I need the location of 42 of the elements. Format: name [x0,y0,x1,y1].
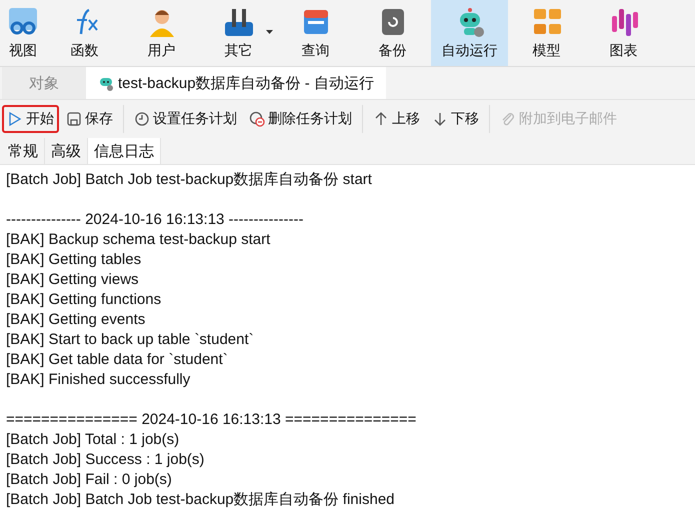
log-line: [BAK] Backup schema test-backup start [6,230,272,250]
ribbon-button[interactable]: 图表 [585,0,662,66]
ribbon-button[interactable]: 自动运行 [431,0,508,66]
play-icon [7,111,23,127]
log-line: =============== 2024-10-16 16:13:13 =============== [6,410,418,430]
log-line: [BAK] Finished successfully [6,370,192,390]
log-line: [Batch Job] Success : 1 job(s) [6,450,206,470]
ribbon-button[interactable]: 其它 [200,0,277,66]
ribbon-button[interactable]: 视图 [0,0,46,66]
clock-delete-icon [249,111,265,127]
toolbar-button[interactable]: 下移 [427,105,484,133]
ribbon-button[interactable]: 查询 [277,0,354,66]
log-line: [Batch Job] Batch Job test-backup数据库自动备份 finished [6,490,396,510]
tab[interactable]: test-backup数据库自动备份 - 自动运行 [86,67,386,99]
toolbar-button[interactable]: 保存 [61,105,118,133]
log-line: [BAK] Getting events [6,310,146,330]
robot-icon [98,75,114,91]
save-icon [66,111,82,127]
clock-icon [134,111,150,127]
toolbar-button[interactable]: 开始 [2,105,59,133]
arrow-up-icon [373,111,389,127]
paperclip-icon [500,111,516,127]
tab[interactable]: 常规 [2,138,45,164]
tab[interactable]: 信息日志 [88,138,161,164]
ribbon-button[interactable]: 模型 [508,0,585,66]
caret-icon[interactable] [266,30,273,34]
toolbar-button[interactable]: 删除任务计划 [244,105,357,133]
ribbon-button[interactable]: 备份 [354,0,431,66]
log-line: [Batch Job] Fail : 0 job(s) [6,470,173,490]
log-line: [Batch Job] Batch Job test-backup数据库自动备份 start [6,170,373,190]
log-line: [BAK] Get table data for `student` [6,350,229,370]
arrow-down-icon [432,111,448,127]
ribbon-button[interactable]: 用户 [123,0,200,66]
log-line: [BAK] Start to back up table `student` [6,330,255,350]
toolbar-button[interactable]: 上移 [368,105,425,133]
log-line: [BAK] Getting tables [6,250,142,270]
log-line: [Batch Job] Total : 1 job(s) [6,430,180,450]
log-line: [BAK] Getting views [6,270,140,290]
log-line: [BAK] Getting functions [6,290,162,310]
ribbon-button[interactable]: 函数 [46,0,123,66]
toolbar-button[interactable]: 设置任务计划 [129,105,242,133]
log-line: --------------- 2024-10-16 16:13:13 --------------- [6,210,304,230]
